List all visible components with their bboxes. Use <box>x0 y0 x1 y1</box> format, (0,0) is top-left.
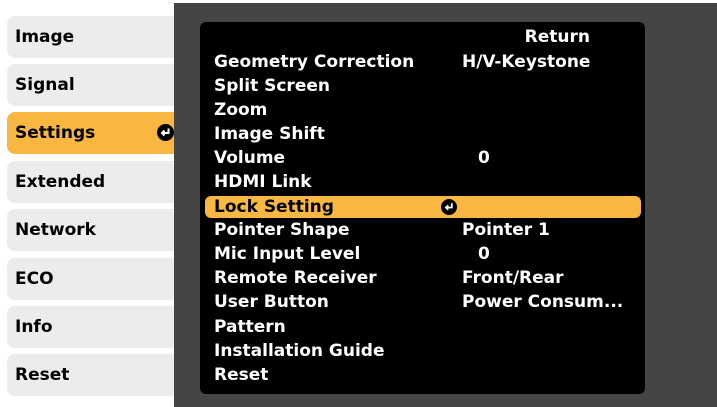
tab-signal[interactable]: Signal <box>7 64 188 106</box>
menu-item-label: Image Shift <box>214 124 325 144</box>
menu-item-label: Pointer Shape <box>214 220 350 240</box>
tab-extended[interactable]: Extended <box>7 161 188 203</box>
tab-label: Reset <box>15 365 70 385</box>
menu-item-label: Geometry Correction <box>214 52 415 72</box>
menu-item-lock-setting[interactable]: Lock Setting <box>205 196 641 218</box>
menu-item-image-shift[interactable]: Image Shift <box>205 123 641 146</box>
menu-item-remote-receiver[interactable]: Remote Receiver Front/Rear <box>205 267 641 290</box>
tab-label: ECO <box>15 269 54 289</box>
enter-icon <box>441 199 457 215</box>
menu-item-label: Split Screen <box>214 76 330 96</box>
menu-item-value: 0 <box>478 244 490 264</box>
tab-eco[interactable]: ECO <box>7 258 188 300</box>
menu-item-label: Lock Setting <box>214 197 334 217</box>
enter-icon <box>157 124 174 141</box>
tab-settings[interactable]: Settings <box>7 112 188 154</box>
menu-item-volume[interactable]: Volume 0 <box>205 147 641 170</box>
menu-item-label: Zoom <box>214 100 268 120</box>
menu-item-reset[interactable]: Reset <box>205 364 641 387</box>
tab-label: Settings <box>15 123 96 143</box>
tab-label: Info <box>15 317 53 337</box>
divider <box>174 3 200 407</box>
menu-item-value: Front/Rear <box>462 268 564 288</box>
menu-item-value: Power Consum... <box>462 292 624 312</box>
menu-item-zoom[interactable]: Zoom <box>205 99 641 122</box>
menu-item-label: HDMI Link <box>214 172 312 192</box>
tab-reset[interactable]: Reset <box>7 354 188 396</box>
projector-menu: Image Signal Settings Extended Network E… <box>0 0 717 407</box>
tab-label: Image <box>15 27 75 47</box>
sidebar: Image Signal Settings Extended Network E… <box>0 0 200 407</box>
menu-item-label: Mic Input Level <box>214 244 361 264</box>
menu-item-label: Installation Guide <box>214 341 385 361</box>
menu-item-label: Pattern <box>214 317 286 337</box>
menu-item-geometry-correction[interactable]: Geometry Correction H/V-Keystone <box>205 51 641 74</box>
tab-network[interactable]: Network <box>7 209 188 251</box>
tab-label: Extended <box>15 172 106 192</box>
menu-item-split-screen[interactable]: Split Screen <box>205 75 641 98</box>
menu-item-hdmi-link[interactable]: HDMI Link <box>205 171 641 194</box>
menu-item-label: Volume <box>214 148 286 168</box>
menu-item-value: H/V-Keystone <box>462 52 591 72</box>
menu-item-pattern[interactable]: Pattern <box>205 316 641 339</box>
tab-image[interactable]: Image <box>7 16 188 58</box>
menu-item-pointer-shape[interactable]: Pointer Shape Pointer 1 <box>205 219 641 242</box>
menu-item-value: Pointer 1 <box>462 220 550 240</box>
return-button[interactable]: Return <box>508 27 636 47</box>
tab-info[interactable]: Info <box>7 306 188 348</box>
tab-label: Signal <box>15 75 75 95</box>
tab-label: Network <box>15 220 96 240</box>
menu-item-label: Reset <box>214 365 269 385</box>
menu-item-value: 0 <box>478 148 490 168</box>
menu-item-installation-guide[interactable]: Installation Guide <box>205 340 641 363</box>
menu-item-label: Remote Receiver <box>214 268 377 288</box>
menu-item-mic-input-level[interactable]: Mic Input Level 0 <box>205 243 641 266</box>
menu-item-label: User Button <box>214 292 329 312</box>
menu-item-user-button[interactable]: User Button Power Consum... <box>205 291 641 314</box>
